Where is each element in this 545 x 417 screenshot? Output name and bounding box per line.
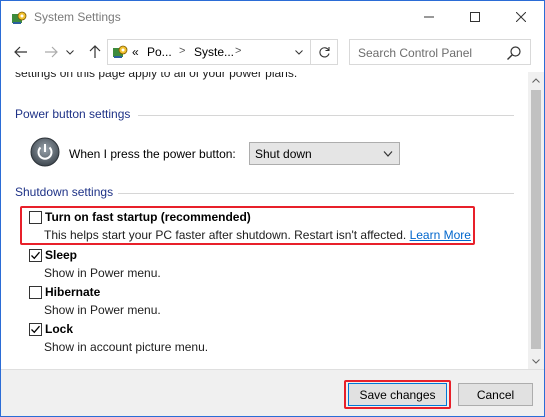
chevron-up-icon	[532, 77, 540, 83]
up-button[interactable]	[85, 42, 105, 62]
minimize-button[interactable]	[406, 1, 452, 32]
lock-description: Show in account picture menu.	[44, 340, 209, 354]
system-settings-window: System Settings « Po... > Syste... > Sea…	[0, 0, 545, 417]
up-arrow-icon	[89, 45, 101, 58]
recent-locations-button[interactable]	[64, 42, 76, 62]
breadcrumb-separator[interactable]: >	[179, 45, 185, 57]
power-icon	[30, 137, 60, 167]
control-panel-icon	[113, 45, 128, 58]
maximize-button[interactable]	[452, 1, 498, 32]
forward-button[interactable]	[41, 42, 61, 62]
shutdown-section-title: Shutdown settings	[15, 185, 114, 199]
hibernate-checkbox[interactable]	[29, 286, 42, 299]
refresh-button[interactable]	[310, 40, 337, 64]
maximize-icon	[470, 11, 480, 22]
button-bar: Save changes Cancel	[1, 369, 544, 416]
power-button-action-select[interactable]: Shut down	[249, 142, 400, 165]
search-box[interactable]: Search Control Panel	[349, 39, 531, 65]
scroll-up-button[interactable]	[528, 72, 544, 88]
sleep-label[interactable]: Sleep	[45, 248, 77, 262]
chevron-down-icon	[66, 49, 74, 55]
chevron-down-icon	[294, 49, 303, 55]
window-title: System Settings	[34, 10, 121, 24]
lock-label[interactable]: Lock	[45, 322, 73, 336]
address-bar[interactable]: « Po... > Syste... >	[107, 39, 338, 65]
breadcrumb-separator[interactable]: >	[235, 45, 241, 57]
fast-startup-highlight	[20, 206, 475, 245]
cancel-button[interactable]: Cancel	[458, 383, 533, 406]
navigation-bar: « Po... > Syste... > Search Control Pane…	[1, 34, 544, 72]
lock-checkbox[interactable]	[29, 323, 42, 336]
chevron-down-icon	[532, 358, 540, 364]
section-divider	[118, 193, 514, 194]
sleep-checkbox[interactable]	[29, 249, 42, 262]
settings-content: settings on this page apply to all of yo…	[1, 72, 528, 369]
breadcrumb-power-options[interactable]: Po...	[147, 45, 172, 59]
power-button-section-title: Power button settings	[15, 107, 131, 121]
scroll-down-button[interactable]	[528, 353, 544, 369]
breadcrumb-overflow[interactable]: «	[132, 45, 139, 59]
vertical-scrollbar[interactable]	[528, 72, 544, 369]
back-button[interactable]	[11, 42, 31, 62]
close-icon	[516, 11, 526, 22]
sleep-description: Show in Power menu.	[44, 266, 161, 280]
minimize-icon	[424, 16, 434, 17]
breadcrumb-system-settings[interactable]: Syste...	[194, 45, 234, 59]
chevron-down-icon	[383, 151, 393, 157]
control-panel-icon	[12, 11, 27, 24]
section-divider	[138, 115, 514, 116]
title-bar: System Settings	[1, 1, 544, 34]
intro-text: settings on this page apply to all of yo…	[15, 72, 298, 80]
search-icon[interactable]	[506, 45, 522, 61]
forward-arrow-icon	[45, 46, 58, 58]
save-changes-highlight	[344, 380, 451, 409]
refresh-icon	[318, 46, 330, 57]
close-button[interactable]	[498, 1, 544, 32]
checkmark-icon	[31, 325, 40, 334]
address-dropdown-button[interactable]	[286, 40, 310, 64]
back-arrow-icon	[14, 46, 27, 58]
scrollbar-thumb[interactable]	[531, 90, 541, 349]
power-button-label: When I press the power button:	[69, 147, 236, 161]
hibernate-description: Show in Power menu.	[44, 303, 161, 317]
search-input[interactable]: Search Control Panel	[358, 46, 472, 60]
checkmark-icon	[31, 251, 40, 260]
power-button-action-value: Shut down	[255, 147, 312, 161]
hibernate-label[interactable]: Hibernate	[45, 285, 100, 299]
